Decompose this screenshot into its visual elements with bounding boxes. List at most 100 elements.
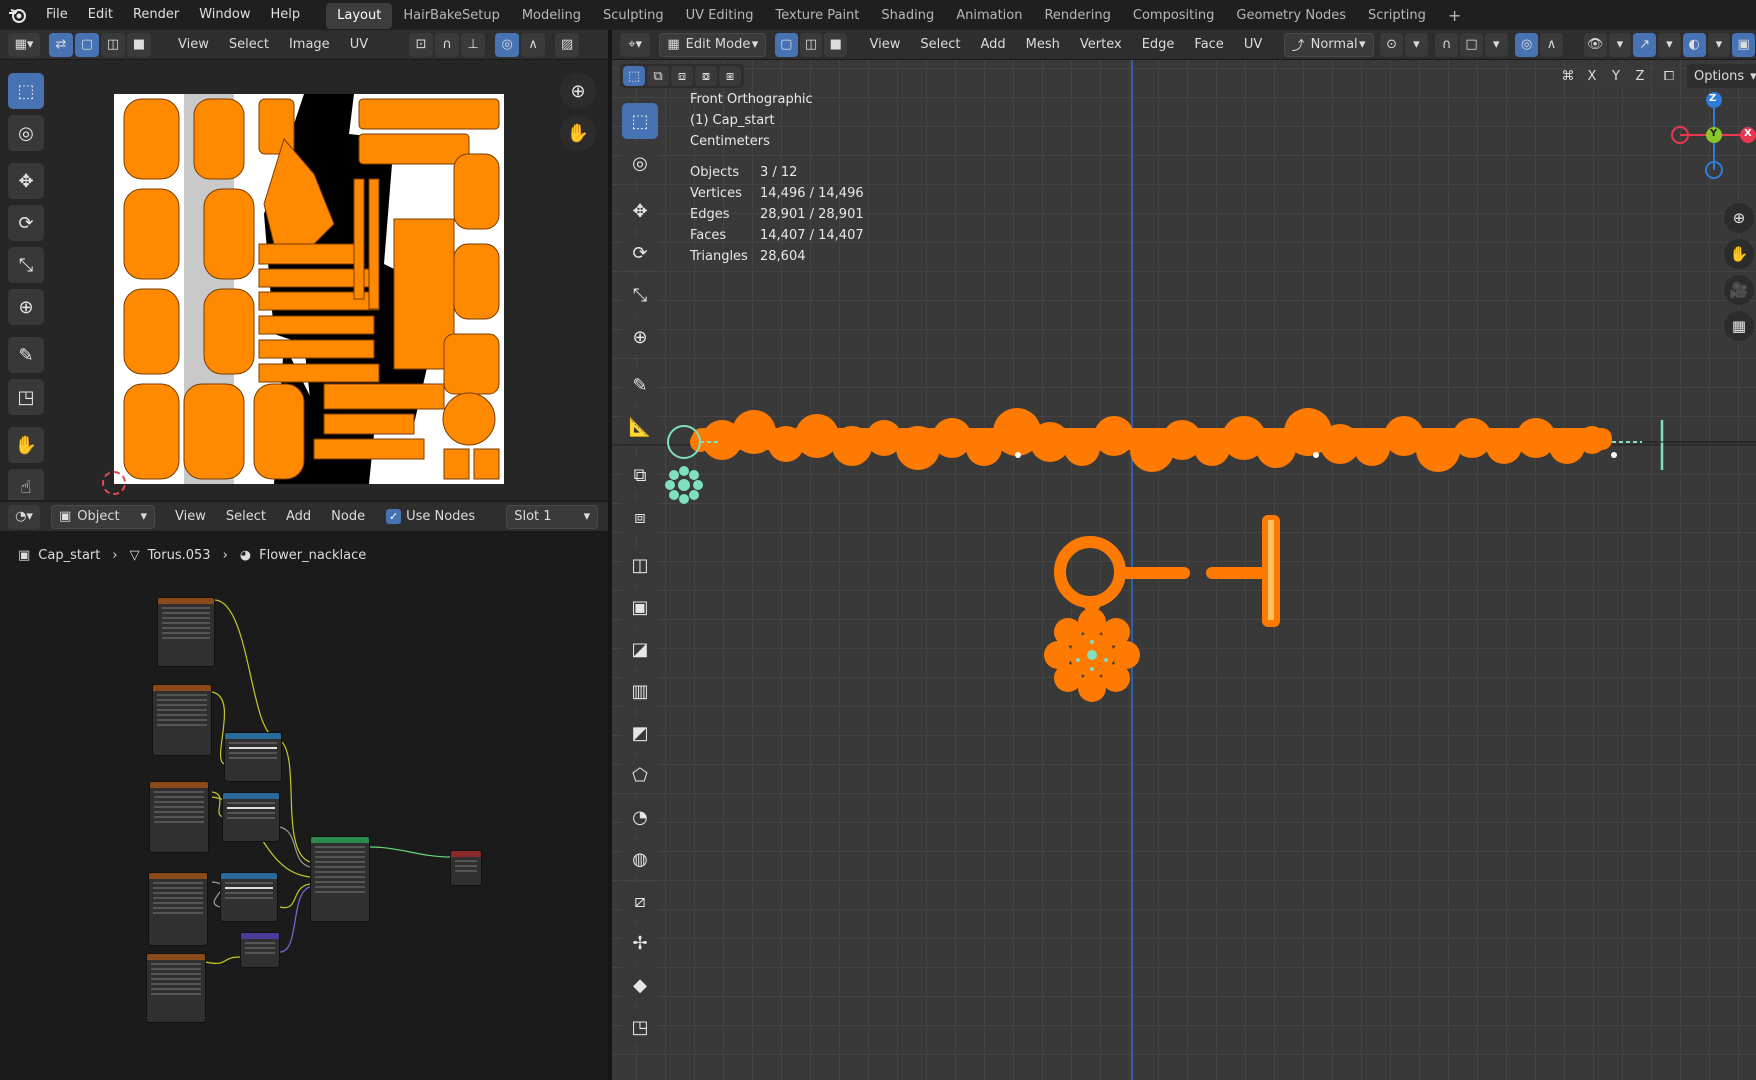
viewport-menu-mesh[interactable]: Mesh [1019, 33, 1067, 57]
uv-menu-select[interactable]: Select [222, 33, 276, 57]
color-ramp-node[interactable] [222, 792, 280, 842]
snap-target-icon[interactable]: □ [1460, 32, 1483, 57]
normal-map-node[interactable] [240, 932, 280, 968]
viewport-menu-vertex[interactable]: Vertex [1073, 33, 1129, 57]
gizmo-toggle-icon[interactable]: ↗ [1633, 32, 1657, 57]
image-texture-node[interactable] [157, 597, 215, 667]
relax-icon[interactable]: ☝ [8, 469, 44, 500]
scale-icon[interactable]: ⤡ [8, 247, 44, 283]
node-menu-add[interactable]: Add [279, 505, 318, 529]
tab-scripting[interactable]: Scripting [1357, 3, 1437, 29]
annotate-icon[interactable]: ✎ [8, 337, 44, 373]
node-menu-view[interactable]: View [168, 505, 213, 529]
add-workspace-button[interactable]: + [1437, 3, 1472, 29]
uv-menu-uv[interactable]: UV [343, 33, 375, 57]
menu-window[interactable]: Window [189, 0, 260, 30]
material-output-node[interactable] [450, 850, 482, 886]
gizmo-dropdown-icon[interactable]: ▾ [1658, 32, 1681, 57]
tab-geometry-nodes[interactable]: Geometry Nodes [1225, 3, 1357, 29]
grab-icon[interactable]: ✋ [8, 427, 44, 463]
viewport-editor-type-icon[interactable]: ⌖▾ [620, 32, 651, 57]
tab-sculpting[interactable]: Sculpting [592, 3, 675, 29]
menu-help[interactable]: Help [261, 0, 311, 30]
rip-icon[interactable]: ◳ [8, 379, 44, 415]
image-texture-node[interactable] [148, 872, 208, 946]
tab-animation[interactable]: Animation [945, 3, 1033, 29]
object-icon: ▣ [59, 509, 72, 524]
menu-render[interactable]: Render [123, 0, 189, 30]
tab-hairbakesetup[interactable]: HairBakeSetup [392, 3, 510, 29]
tab-shading[interactable]: Shading [870, 3, 945, 29]
shader-type-dropdown[interactable]: ▣ Object ▾ [51, 504, 155, 529]
uv-sync-icon[interactable]: ⇄ [49, 32, 73, 57]
tab-uv-editing[interactable]: UV Editing [675, 3, 765, 29]
blender-logo-icon[interactable] [0, 0, 36, 30]
overlays-dropdown-icon[interactable]: ▾ [1707, 32, 1731, 57]
xray-toggle-icon[interactable]: ▣ [1732, 32, 1756, 57]
proportional-edit-icon[interactable]: ◎ [495, 32, 520, 57]
visibility-icon[interactable]: 👁 [1583, 32, 1607, 57]
select-box-icon[interactable]: ⬚ [8, 73, 44, 109]
vertex-select-icon[interactable]: ▢ [75, 32, 99, 57]
rotate-icon[interactable]: ⟳ [8, 205, 44, 241]
tab-modeling[interactable]: Modeling [511, 3, 592, 29]
tab-rendering[interactable]: Rendering [1033, 3, 1121, 29]
snap-icon[interactable]: ∩ [435, 32, 460, 57]
uv-editor-canvas[interactable]: ⬚ ◎ ✥ ⟳ ⤡ ⊕ ✎ ◳ ✋ ☝ ⊕ ✋ [0, 60, 608, 500]
visibility-dropdown-icon[interactable]: ▾ [1608, 32, 1632, 57]
image-texture-node[interactable] [146, 953, 206, 1023]
image-texture-node[interactable] [152, 684, 212, 756]
tab-compositing[interactable]: Compositing [1122, 3, 1226, 29]
falloff-icon[interactable]: ∧ [1540, 32, 1563, 57]
move-icon[interactable]: ✥ [8, 163, 44, 199]
transform-icon[interactable]: ⊕ [8, 289, 44, 325]
mode-dropdown[interactable]: ▦ Edit Mode ▾ [659, 32, 767, 57]
shader-editor-type-icon[interactable]: ◔▾ [8, 504, 40, 529]
image-texture-node[interactable] [149, 781, 209, 853]
uv-2d-cursor-icon[interactable] [102, 471, 126, 495]
viewport-menu-face[interactable]: Face [1187, 33, 1230, 57]
face-select-icon[interactable]: ■ [824, 32, 848, 57]
uv-menu-image[interactable]: Image [282, 33, 337, 57]
edge-select-icon[interactable]: ◫ [799, 32, 823, 57]
overlays-toggle-icon[interactable]: ◐ [1682, 32, 1706, 57]
color-ramp-node[interactable] [224, 732, 282, 782]
pivot-icon[interactable]: ⊡ [409, 32, 434, 57]
transform-orientation-dropdown[interactable]: ⤴ Normal ▾ [1283, 32, 1374, 57]
slot-dropdown[interactable]: Slot 1 ▾ [506, 504, 599, 529]
editor-type-icon[interactable]: ▦▾ [8, 32, 40, 57]
face-select-icon[interactable]: ■ [127, 32, 151, 57]
proportional-edit-icon[interactable]: ◎ [1515, 32, 1539, 57]
viewport-canvas[interactable]: ⬚ ⧉ ⧈ ⧇ ⧆ ⌘ X Y Z ⧠ Options ▾ Front Ortho… [612, 60, 1756, 1080]
menu-edit[interactable]: Edit [78, 0, 123, 30]
viewport-menu-view[interactable]: View [863, 33, 908, 57]
viewport-menu-select[interactable]: Select [913, 33, 967, 57]
tab-layout[interactable]: Layout [326, 3, 393, 29]
pivot-dropdown-icon[interactable]: ▾ [1404, 32, 1428, 57]
viewport-menu-add[interactable]: Add [973, 33, 1012, 57]
viewport-menu-edge[interactable]: Edge [1135, 33, 1182, 57]
viewport-menu-uv[interactable]: UV [1237, 33, 1269, 57]
node-editor-header: ◔▾ ▣ Object ▾ View Select Add Node ✓ Use No… [0, 502, 608, 532]
tab-texture-paint[interactable]: Texture Paint [765, 3, 871, 29]
menu-file[interactable]: File [36, 0, 78, 30]
snap-dropdown-icon[interactable]: ▾ [1484, 32, 1508, 57]
uv-menu-view[interactable]: View [171, 33, 216, 57]
pivot-icon[interactable]: ⊙ [1380, 32, 1403, 57]
node-editor-canvas[interactable]: ▣ Cap_start › ▽ Torus.053 › ◕ Flower_nac… [0, 532, 608, 1080]
vertex-select-icon[interactable]: ▢ [774, 32, 798, 57]
use-nodes-checkbox[interactable]: ✓ [386, 509, 402, 524]
snap-target-icon[interactable]: ⊥ [461, 32, 486, 57]
use-nodes-toggle[interactable]: ✓ Use Nodes [379, 505, 482, 529]
cursor-icon[interactable]: ◎ [8, 115, 44, 151]
falloff-icon[interactable]: ∧ [521, 32, 546, 57]
node-menu-select[interactable]: Select [219, 505, 273, 529]
image-browse-icon[interactable]: ▨ [555, 32, 580, 57]
pan-icon[interactable]: ✋ [560, 115, 596, 151]
color-ramp-node[interactable] [220, 872, 278, 922]
node-menu-node[interactable]: Node [324, 505, 372, 529]
principled-bsdf-node[interactable] [310, 836, 370, 922]
snap-icon[interactable]: ∩ [1435, 32, 1459, 57]
zoom-icon[interactable]: ⊕ [560, 73, 596, 109]
edge-select-icon[interactable]: ◫ [101, 32, 125, 57]
